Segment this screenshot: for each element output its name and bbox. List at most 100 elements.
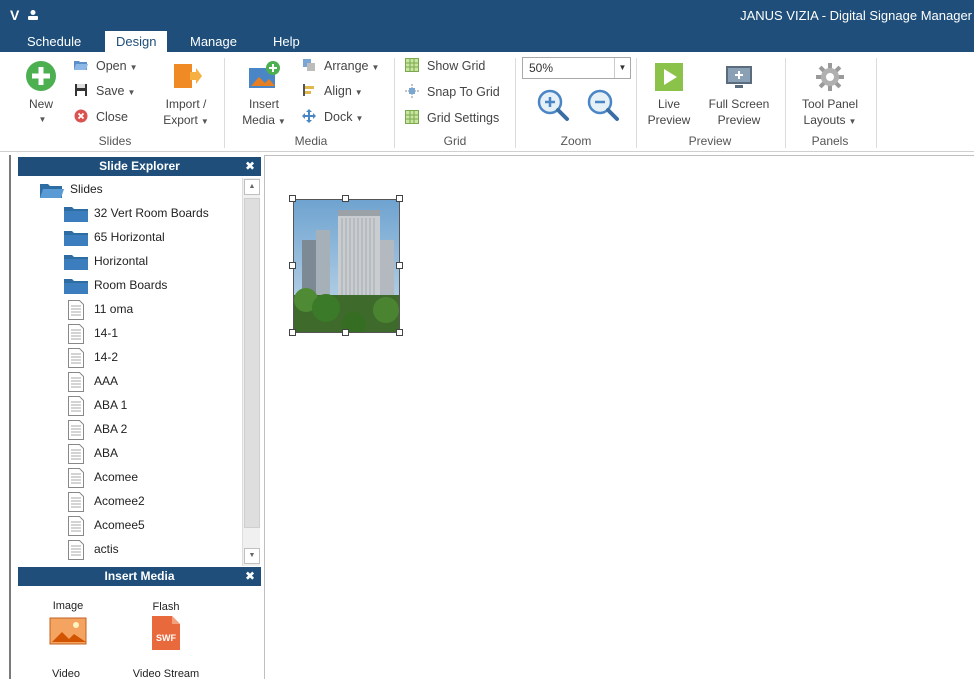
tab-help[interactable]: Help bbox=[265, 31, 308, 52]
insert-label: Insert bbox=[248, 97, 279, 111]
tree-slide[interactable]: 14-1 bbox=[18, 322, 242, 346]
resize-handle[interactable] bbox=[342, 329, 349, 336]
resize-handle[interactable] bbox=[342, 195, 349, 202]
full-screen-label-1: Full Screen bbox=[708, 97, 770, 111]
tree-root-slides[interactable]: Slides bbox=[18, 178, 242, 202]
tree-slide[interactable]: AAA bbox=[18, 370, 242, 394]
resize-handle[interactable] bbox=[396, 329, 403, 336]
tool-panel-label-2: Layouts bbox=[803, 113, 846, 127]
resize-handle[interactable] bbox=[396, 195, 403, 202]
open-button[interactable]: Open ▼ bbox=[74, 56, 138, 76]
folder-open-icon bbox=[74, 61, 88, 70]
save-button[interactable]: Save ▼ bbox=[74, 81, 135, 101]
zoom-in-icon[interactable] bbox=[536, 88, 570, 122]
media-image[interactable]: Image bbox=[44, 600, 92, 649]
tab-design[interactable]: Design bbox=[105, 31, 168, 52]
tree-slide-label: Acomee5 bbox=[94, 518, 145, 532]
folder-icon bbox=[64, 279, 88, 294]
resize-handle[interactable] bbox=[289, 329, 296, 336]
swf-file-icon: SWF bbox=[152, 616, 180, 650]
show-grid-button[interactable]: Show Grid bbox=[405, 56, 485, 76]
tree-root-label: Slides bbox=[70, 182, 103, 196]
tree-folder[interactable]: Horizontal bbox=[18, 250, 242, 274]
pin-icon[interactable]: ✖ bbox=[245, 567, 255, 586]
tree-slide[interactable]: actis bbox=[18, 538, 242, 562]
ribbon-divider bbox=[515, 58, 516, 148]
grid-settings-icon bbox=[405, 110, 419, 124]
document-icon bbox=[68, 540, 84, 560]
resize-handle[interactable] bbox=[289, 262, 296, 269]
insert-media-title: Insert Media bbox=[104, 569, 175, 583]
ribbon-divider bbox=[224, 58, 225, 148]
ribbon-tabs: Schedule Design Manage Help bbox=[0, 31, 974, 52]
tree-slide[interactable]: ABA 1 bbox=[18, 394, 242, 418]
chevron-down-icon[interactable]: ▼ bbox=[614, 58, 630, 78]
scroll-thumb[interactable] bbox=[244, 198, 260, 528]
tree-folder-label: 65 Horizontal bbox=[94, 230, 165, 244]
tree-slide[interactable]: Acomee2 bbox=[18, 490, 242, 514]
folder-icon bbox=[64, 231, 88, 246]
insert-media-button[interactable]: Insert Media ▼ bbox=[240, 60, 288, 130]
live-preview-button[interactable]: Live Preview bbox=[642, 62, 696, 128]
full-screen-preview-button[interactable]: Full Screen Preview bbox=[702, 62, 776, 128]
tree-slide[interactable]: 14-2 bbox=[18, 346, 242, 370]
preview-group-label: Preview bbox=[688, 134, 732, 148]
zoom-out-icon[interactable] bbox=[586, 88, 620, 122]
tab-manage[interactable]: Manage bbox=[182, 31, 245, 52]
import-export-button[interactable]: Import / Export ▼ bbox=[156, 60, 216, 130]
arrange-button[interactable]: Arrange ▼ bbox=[302, 56, 379, 76]
dock-label: Dock bbox=[324, 110, 353, 124]
move-icon bbox=[302, 109, 316, 123]
tree-slide[interactable]: Acomee bbox=[18, 466, 242, 490]
resize-handle[interactable] bbox=[289, 195, 296, 202]
chevron-down-icon: ▼ bbox=[848, 117, 857, 126]
tree-folder-label: Room Boards bbox=[94, 278, 168, 292]
tree-slide-label: 11 oma bbox=[94, 302, 134, 316]
title-bar: V JANUS VIZIA - Digital Signage Manager bbox=[0, 0, 974, 31]
scroll-up-icon[interactable]: ▲ bbox=[244, 179, 260, 195]
media-video-stream[interactable]: Video Stream bbox=[126, 668, 206, 679]
new-slide-button[interactable]: New ▼ bbox=[22, 60, 60, 128]
show-grid-label: Show Grid bbox=[427, 59, 486, 73]
media-flash[interactable]: Flash SWF bbox=[138, 601, 194, 654]
dock-button[interactable]: Dock ▼ bbox=[302, 107, 363, 127]
tree-slide-label: ABA bbox=[94, 446, 119, 460]
play-icon bbox=[655, 63, 683, 91]
arrange-icon bbox=[303, 59, 315, 71]
export-label: Export bbox=[163, 113, 198, 127]
live-preview-label-2: Preview bbox=[647, 113, 691, 127]
tree-slide[interactable]: 11 oma bbox=[18, 298, 242, 322]
pin-icon[interactable]: ✖ bbox=[245, 157, 255, 176]
tool-panel-layouts-button[interactable]: Tool Panel Layouts ▼ bbox=[793, 62, 867, 130]
grid-settings-button[interactable]: Grid Settings bbox=[405, 108, 499, 128]
zoom-select[interactable]: 50% ▼ bbox=[522, 57, 631, 79]
tree-slide[interactable]: ABA bbox=[18, 442, 242, 466]
new-label: New bbox=[28, 97, 53, 111]
tree-folder[interactable]: 32 Vert Room Boards bbox=[18, 202, 242, 226]
chevron-down-icon: ▼ bbox=[354, 88, 363, 97]
slide-explorer-title: Slide Explorer bbox=[99, 159, 180, 173]
snap-to-grid-button[interactable]: Snap To Grid bbox=[405, 82, 500, 102]
folder-open-icon bbox=[40, 184, 64, 198]
scroll-down-icon[interactable]: ▼ bbox=[244, 548, 260, 564]
tree-slide[interactable]: Acomee5 bbox=[18, 514, 242, 538]
tree-slide[interactable]: ABA 2 bbox=[18, 418, 242, 442]
tree-folder[interactable]: 65 Horizontal bbox=[18, 226, 242, 250]
align-button[interactable]: Align ▼ bbox=[302, 81, 363, 101]
user-icon[interactable] bbox=[27, 9, 39, 21]
document-icon bbox=[68, 468, 84, 488]
close-button[interactable]: Close bbox=[74, 107, 128, 127]
canvas-image-element[interactable] bbox=[293, 199, 400, 333]
media-video[interactable]: Video bbox=[40, 668, 92, 679]
resize-handle[interactable] bbox=[396, 262, 403, 269]
folder-icon bbox=[64, 255, 88, 270]
tab-schedule[interactable]: Schedule bbox=[19, 31, 89, 52]
tree-folder[interactable]: Room Boards bbox=[18, 274, 242, 298]
grid-settings-label: Grid Settings bbox=[427, 111, 500, 125]
tree-folder-label: Horizontal bbox=[94, 254, 149, 268]
tree-scrollbar[interactable]: ▲ ▼ bbox=[242, 178, 260, 566]
close-icon bbox=[74, 109, 88, 123]
insert-media-label: Media bbox=[242, 113, 275, 127]
arrange-label: Arrange bbox=[324, 59, 369, 73]
snap-icon bbox=[405, 84, 419, 98]
